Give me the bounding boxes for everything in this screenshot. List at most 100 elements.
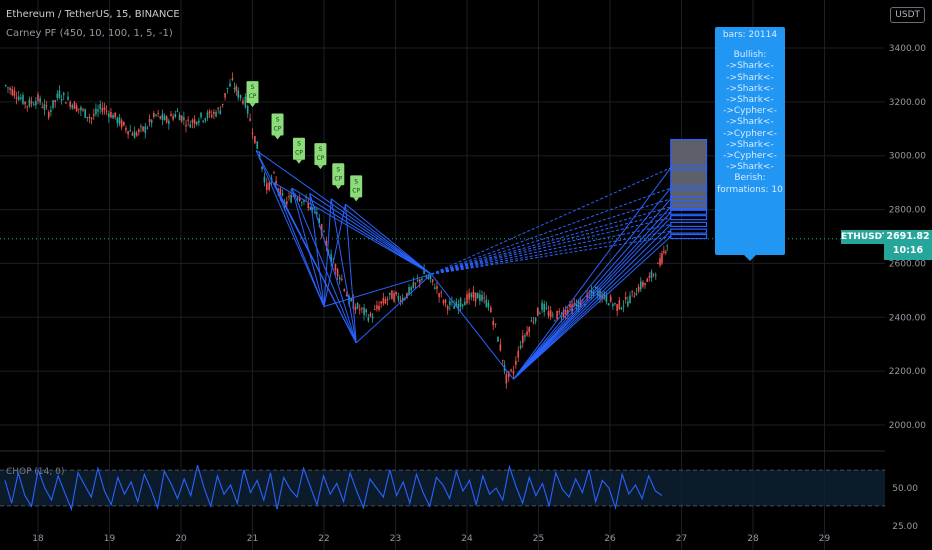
candle-body <box>144 126 147 133</box>
candle-body <box>114 112 117 118</box>
candle-body <box>26 106 29 108</box>
signal-labels: S CP S CP S CP S CP S CP S CP <box>246 81 363 202</box>
info-line: ->Shark<- <box>726 61 774 72</box>
candle-body <box>338 277 341 280</box>
price-tick-label: 2200.00 <box>889 367 926 377</box>
signal-label-text: CP <box>295 150 303 157</box>
signal-label-pointer <box>249 103 256 108</box>
candle-body <box>453 305 455 309</box>
candle-body <box>298 198 301 201</box>
oscillator-tick-label: 25.00 <box>892 522 918 532</box>
candle-body <box>174 114 177 118</box>
candle-body <box>157 112 159 114</box>
projection-zone <box>670 138 708 240</box>
projection-leg <box>513 230 672 380</box>
info-line: ->Cypher<- <box>723 151 777 162</box>
candle-body <box>268 182 270 190</box>
candle-body <box>650 271 653 278</box>
info-line: ->Shark<- <box>726 162 774 173</box>
candle-body <box>84 109 86 118</box>
candle-body <box>172 116 174 120</box>
info-line: Berish: <box>734 173 766 184</box>
candle-body <box>637 286 640 292</box>
candle-body <box>251 132 254 135</box>
candle-body <box>350 298 352 302</box>
candle-body <box>543 303 546 312</box>
candle-body <box>231 77 234 80</box>
candle-body <box>528 327 531 333</box>
candle-body <box>88 117 91 119</box>
candle-body <box>193 119 196 125</box>
candle-body <box>86 116 89 119</box>
candle-body <box>123 121 125 126</box>
candle-body <box>204 118 207 121</box>
time-axis[interactable]: 18 19 20 21 22 23 24 25 26 27 28 29 <box>32 534 830 544</box>
candle-body <box>155 114 157 116</box>
candle-body <box>631 290 633 292</box>
candle-body <box>336 269 339 277</box>
candle-body <box>92 114 95 116</box>
candle-body <box>530 320 533 322</box>
candle-body <box>131 133 134 136</box>
candle-body <box>24 101 26 105</box>
candle-body <box>635 293 638 296</box>
candle-body <box>466 294 468 304</box>
candle-body <box>202 120 204 122</box>
candle-body <box>468 292 470 300</box>
signal-label-pointer <box>335 185 342 190</box>
candle-body <box>646 278 648 282</box>
candle-body <box>393 293 395 302</box>
candle-body <box>210 114 213 117</box>
candle-body <box>103 107 106 111</box>
candle-body <box>541 302 543 310</box>
oscillator-label[interactable]: CHOP (14, 0) <box>6 467 64 477</box>
symbol-badge: ETHUSDT <box>841 230 889 244</box>
candle-body <box>116 117 119 124</box>
currency-button[interactable]: USDT <box>890 7 925 23</box>
candle-body <box>397 296 400 300</box>
candle-body <box>429 275 432 280</box>
price-tick-label: 2800.00 <box>889 206 926 216</box>
candle-body <box>519 345 522 349</box>
chart-canvas[interactable]: S CP S CP S CP S CP S CP S CP 3400.00 3200.00 3000.00… <box>0 0 932 550</box>
candle-body <box>652 273 655 275</box>
candle-body <box>444 299 447 303</box>
signal-label-pointer <box>274 135 281 140</box>
time-tick-label: 26 <box>604 534 616 544</box>
candle-body <box>261 166 263 170</box>
signal-label-text: S <box>276 116 280 123</box>
price-axis[interactable]: 3400.00 3200.00 3000.00 2800.00 2600.00 2400.… <box>889 44 926 532</box>
candle-body <box>659 258 661 266</box>
candle-body <box>618 300 621 310</box>
candle-body <box>369 313 372 317</box>
candle-body <box>558 311 561 313</box>
candle-body <box>69 101 71 107</box>
candle-body <box>481 294 483 301</box>
candle-body <box>388 292 391 295</box>
candle-body <box>65 102 67 104</box>
info-line: ->Cypher<- <box>723 106 777 117</box>
candle-body <box>414 282 417 284</box>
candle-body <box>226 87 229 90</box>
candle-body <box>163 115 166 121</box>
candle-body <box>461 304 464 307</box>
price-tick-label: 2600.00 <box>889 259 926 269</box>
candle-body <box>358 309 361 311</box>
candle-body <box>616 304 618 312</box>
candle-body <box>229 83 231 87</box>
candle-body <box>159 116 162 119</box>
candle-body <box>239 95 242 99</box>
candle-body <box>43 104 46 110</box>
candle-body <box>32 104 35 106</box>
pattern-leg <box>291 187 432 275</box>
indicator-label[interactable]: Carney PF (450, 10, 100, 1, 5, -1) <box>6 28 173 39</box>
info-line: formations: 10 <box>717 184 783 195</box>
candle-body <box>235 86 238 92</box>
price-tick-label: 3000.00 <box>889 152 926 162</box>
candle-body <box>281 193 284 196</box>
pattern-leg <box>309 192 432 275</box>
candle-body <box>421 278 423 280</box>
info-line: ->Shark<- <box>726 72 774 83</box>
pattern-leg <box>355 273 432 344</box>
candle-body <box>105 110 108 112</box>
